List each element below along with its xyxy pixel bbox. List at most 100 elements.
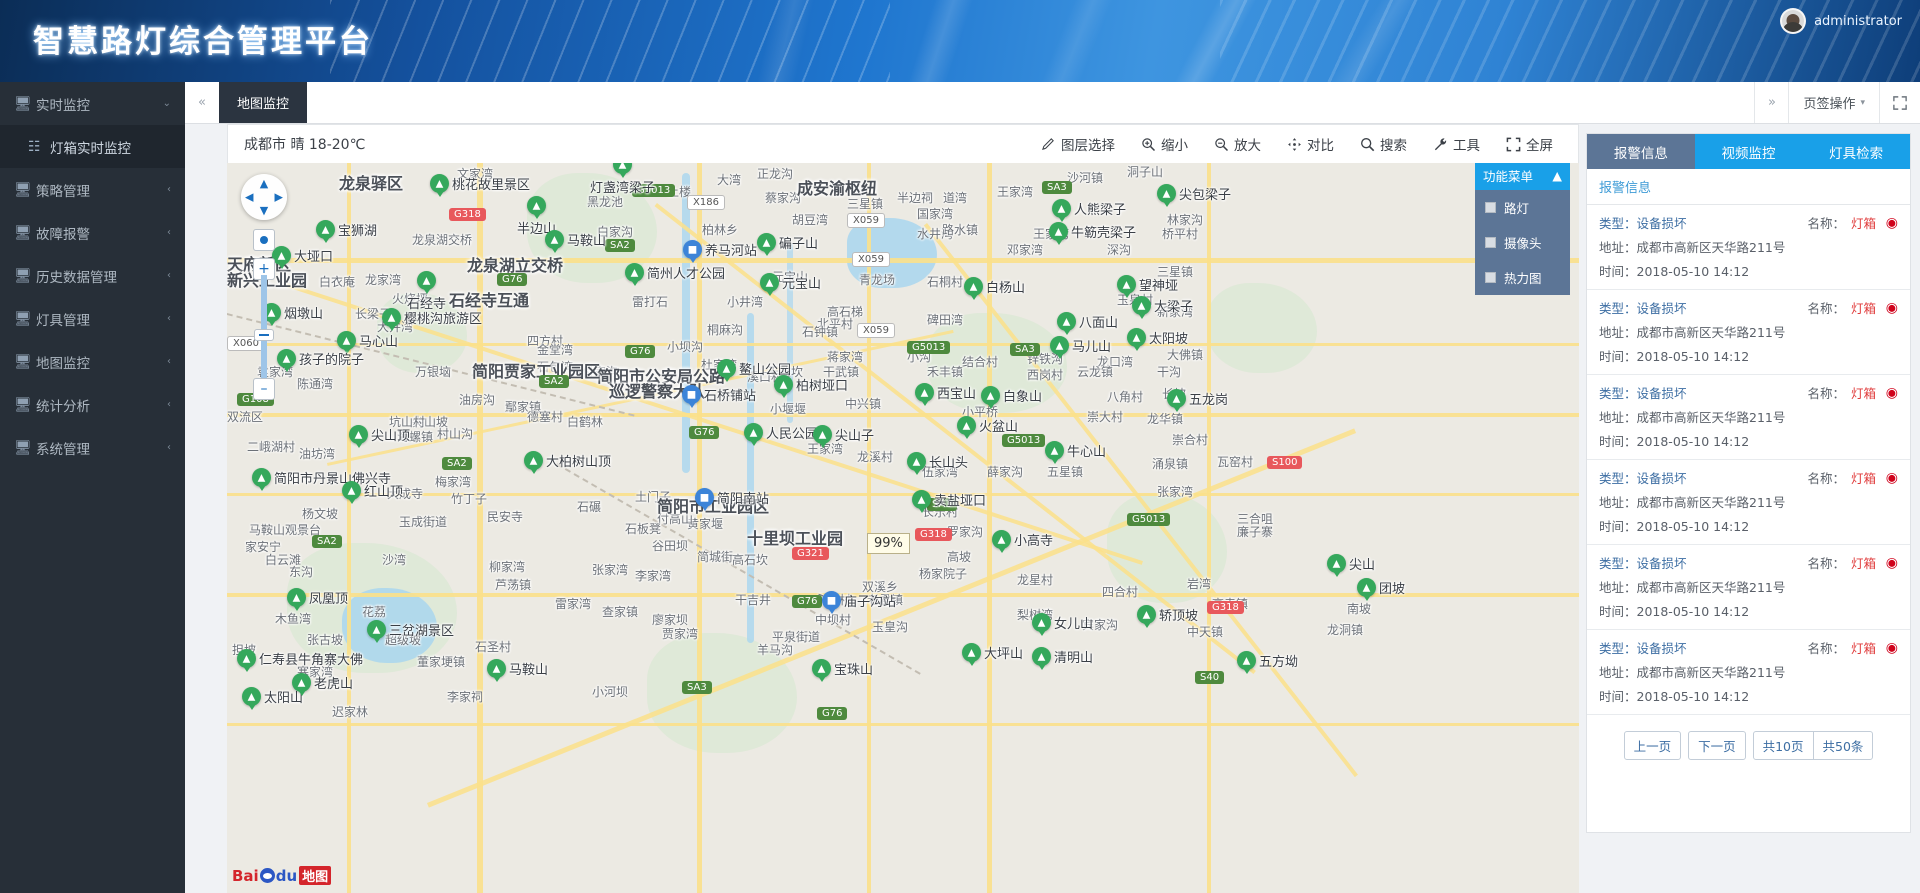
compare-button[interactable]: 对比 bbox=[1274, 134, 1347, 154]
map-poi-marker[interactable]: ▲ 人民公园 bbox=[744, 423, 818, 442]
map-poi-marker[interactable]: ■ 庙子沟站 bbox=[822, 591, 896, 610]
map-poi-marker[interactable]: ▲ 碥子山 bbox=[757, 233, 818, 252]
map-pan-control[interactable]: ▲ ▼ ◀ ▶ bbox=[241, 174, 287, 220]
map-poi-marker[interactable]: ▲ 白杨山 bbox=[964, 277, 1025, 296]
search-button[interactable]: 搜索 bbox=[1347, 134, 1420, 154]
map-poi-marker[interactable]: ▲ 人熊梁子 bbox=[1052, 199, 1126, 218]
user-menu[interactable]: administrator bbox=[1780, 8, 1902, 34]
map-poi-marker[interactable]: ▲ 五方坳 bbox=[1237, 651, 1298, 670]
expand-icon[interactable] bbox=[1880, 82, 1920, 123]
zoom-out-map-button[interactable]: 缩小 bbox=[1128, 134, 1201, 154]
map-poi-marker[interactable]: ▲ 轿顶坡 bbox=[1137, 605, 1198, 624]
map-poi-marker[interactable]: ▲ 宝珠山 bbox=[812, 659, 873, 678]
map-poi-marker[interactable]: ▲ 红山顶 bbox=[342, 481, 403, 500]
sidebar-item-lightbox-realtime-monitor[interactable]: ☷ 灯箱实时监控 bbox=[0, 125, 185, 168]
map-poi-marker[interactable]: ▲ 孩子的院子 bbox=[277, 349, 364, 368]
double-chevron-left-icon[interactable]: « bbox=[185, 82, 219, 123]
map-poi-marker[interactable]: ▲ 西宝山 bbox=[915, 383, 976, 402]
map-poi-marker[interactable]: ▲ 尖山 bbox=[1327, 554, 1375, 573]
alarm-item[interactable]: 类型：设备损坏 名称： 灯箱 ◉ 地址：成都市高新区天华路211号 时间：2018-05-… bbox=[1587, 375, 1910, 460]
map-poi-marker[interactable]: ▲ 八面山 bbox=[1057, 312, 1118, 331]
sidebar-item-lamp-management[interactable]: 🖥 灯具管理 ‹ bbox=[0, 297, 185, 340]
map-poi-marker[interactable]: ▲ 马心山 bbox=[337, 331, 398, 350]
alarm-item[interactable]: 类型：设备损坏 名称： 灯箱 ◉ 地址：成都市高新区天华路211号 时间：2018-05-… bbox=[1587, 545, 1910, 630]
map-poi-marker[interactable]: ■ 简阳南站 bbox=[695, 488, 769, 507]
map-poi-marker[interactable]: ■ 养马河站 bbox=[683, 240, 757, 259]
sidebar-item-realtime-monitor[interactable]: 🖥 实时监控 ⌄ bbox=[0, 82, 185, 125]
map-poi-marker[interactable]: ▲ 大柏树山顶 bbox=[524, 451, 611, 470]
map-poi-marker[interactable]: ■ 石桥铺站 bbox=[682, 385, 756, 404]
checkbox-icon[interactable] bbox=[1485, 202, 1496, 213]
pan-left-icon[interactable]: ◀ bbox=[245, 191, 253, 204]
user-avatar-icon[interactable] bbox=[1780, 8, 1807, 34]
tab-alarm-info[interactable]: 报警信息 bbox=[1587, 134, 1695, 169]
double-chevron-right-icon[interactable]: » bbox=[1754, 82, 1788, 123]
pan-right-icon[interactable]: ▶ bbox=[275, 191, 283, 204]
map-poi-marker[interactable]: ▲ 桃花故里景区 bbox=[430, 174, 530, 193]
location-pin-icon[interactable]: ◉ bbox=[1876, 640, 1898, 656]
location-pin-icon[interactable]: ◉ bbox=[1876, 215, 1898, 231]
tab-video-monitor[interactable]: 视频监控 bbox=[1694, 134, 1803, 169]
map-poi-marker[interactable]: ▲ 团坡 bbox=[1357, 578, 1405, 597]
map-poi-marker[interactable]: ▲ 牛心山 bbox=[1045, 441, 1106, 460]
map-poi-marker[interactable]: ▲ 火盆山 bbox=[957, 416, 1018, 435]
function-option-camera[interactable]: 摄像头 bbox=[1475, 225, 1570, 260]
map-poi-marker[interactable]: ▲ 五龙岗 bbox=[1167, 389, 1228, 408]
map-poi-marker[interactable]: ▲ 马鞍山 bbox=[487, 659, 548, 678]
tools-button[interactable]: 工具 bbox=[1420, 134, 1493, 154]
map-poi-marker[interactable]: ▲ 白象山 bbox=[981, 386, 1042, 405]
map-container[interactable]: 龙泉湖交桥白衣庵龙家湾火烧坪长梁子大井湾石包湾付家沟四方村金堂湾黑龙池文家湾蔡家… bbox=[227, 163, 1579, 893]
map-poi-marker[interactable]: ▲ 牛簕壳梁子 bbox=[1049, 222, 1136, 241]
map-poi-marker[interactable]: ▲ 望神垭 bbox=[1117, 275, 1178, 294]
map-poi-marker[interactable]: ▲ 宝狮湖 bbox=[316, 220, 377, 239]
sidebar-item-strategy-management[interactable]: 🖥 策略管理 ‹ bbox=[0, 168, 185, 211]
sidebar-item-statistics-analysis[interactable]: 🖥 统计分析 ‹ bbox=[0, 383, 185, 426]
map-poi-marker[interactable]: ▲ 大坪山 bbox=[962, 643, 1023, 662]
location-pin-icon[interactable]: ◉ bbox=[1876, 555, 1898, 571]
sidebar-item-history-data-management[interactable]: 🖥 历史数据管理 ‹ bbox=[0, 254, 185, 297]
map-canvas[interactable]: 龙泉湖交桥白衣庵龙家湾火烧坪长梁子大井湾石包湾付家沟四方村金堂湾黑龙池文家湾蔡家… bbox=[227, 163, 1579, 893]
map-poi-marker[interactable]: ▲ 仁寿县牛角寨大佛 bbox=[237, 649, 363, 668]
tab-lamp-search[interactable]: 灯具检索 bbox=[1802, 134, 1911, 169]
map-poi-marker[interactable]: ▲ 清明山 bbox=[1032, 647, 1093, 666]
location-pin-icon[interactable]: ◉ bbox=[1876, 470, 1898, 486]
map-poi-marker[interactable]: ▲ 马儿山 bbox=[1050, 336, 1111, 355]
pan-up-icon[interactable]: ▲ bbox=[260, 177, 268, 190]
map-poi-marker[interactable]: ▲ 马鞍山 bbox=[545, 230, 606, 249]
fullscreen-button[interactable]: 全屏 bbox=[1493, 134, 1566, 154]
map-poi-marker[interactable]: ▲ 烟墩山 bbox=[262, 303, 323, 322]
map-poi-marker[interactable]: ▲ 小高寺 bbox=[992, 530, 1053, 549]
map-poi-marker[interactable]: ▲ 老虎山 bbox=[292, 673, 353, 692]
alarm-item[interactable]: 类型：设备损坏 名称： 灯箱 ◉ 地址：成都市高新区天华路211号 时间：2018-05-… bbox=[1587, 630, 1910, 715]
map-poi-marker[interactable]: ▲ 太阳坡 bbox=[1127, 328, 1188, 347]
prev-page-button[interactable]: 上一页 bbox=[1623, 731, 1682, 760]
map-poi-marker[interactable]: ▲ 灯盏湾梁子 bbox=[590, 163, 655, 196]
map-poi-marker[interactable]: ▲ 尖山顶 bbox=[349, 425, 410, 444]
map-home-button[interactable] bbox=[253, 229, 275, 251]
checkbox-icon[interactable] bbox=[1485, 272, 1496, 283]
map-poi-marker[interactable]: ▲ 元宝山 bbox=[760, 273, 821, 292]
map-poi-marker[interactable]: ▲ 樱桃沟旅游区 bbox=[382, 308, 482, 327]
map-poi-marker[interactable]: ▲ 大梁子 bbox=[1132, 296, 1193, 315]
tab-operations-button[interactable]: 页签操作 ▾ bbox=[1788, 82, 1880, 123]
map-poi-marker[interactable]: ▲ 柏树垭口 bbox=[774, 375, 848, 394]
alarm-item[interactable]: 类型：设备损坏 名称： 灯箱 ◉ 地址：成都市高新区天华路211号 时间：2018-05-… bbox=[1587, 460, 1910, 545]
map-poi-marker[interactable]: ▲ 凤凰顶 bbox=[287, 588, 348, 607]
function-menu-header[interactable]: 功能菜单 ▲ bbox=[1475, 163, 1570, 190]
map-poi-marker[interactable]: ▲ 尖包梁子 bbox=[1157, 184, 1231, 203]
map-zoom-slider-knob[interactable] bbox=[254, 329, 274, 341]
location-pin-icon[interactable]: ◉ bbox=[1876, 300, 1898, 316]
sidebar-item-fault-alarm[interactable]: 🖥 故障报警 ‹ bbox=[0, 211, 185, 254]
map-poi-marker[interactable]: ▲ 三岔湖景区 bbox=[367, 620, 454, 639]
map-poi-marker[interactable]: ▲ 尖山子 bbox=[813, 425, 874, 444]
layer-select-button[interactable]: 图层选择 bbox=[1028, 134, 1128, 154]
sidebar-item-map-monitor[interactable]: 🖥 地图监控 ‹ bbox=[0, 340, 185, 383]
map-poi-marker[interactable]: ▲ 女儿山 bbox=[1032, 613, 1093, 632]
map-poi-marker[interactable]: ▲ 卖盐垭口 bbox=[912, 490, 986, 509]
map-poi-marker[interactable]: ▲ 简州人才公园 bbox=[625, 263, 725, 282]
next-page-button[interactable]: 下一页 bbox=[1688, 731, 1746, 760]
location-pin-icon[interactable]: ◉ bbox=[1876, 385, 1898, 401]
alarm-item[interactable]: 类型：设备损坏 名称： 灯箱 ◉ 地址：成都市高新区天华路211号 时间：2018-05-… bbox=[1587, 290, 1910, 375]
sidebar-item-system-management[interactable]: 🖥 系统管理 ‹ bbox=[0, 426, 185, 469]
map-zoom-out-button[interactable]: – bbox=[253, 378, 275, 400]
